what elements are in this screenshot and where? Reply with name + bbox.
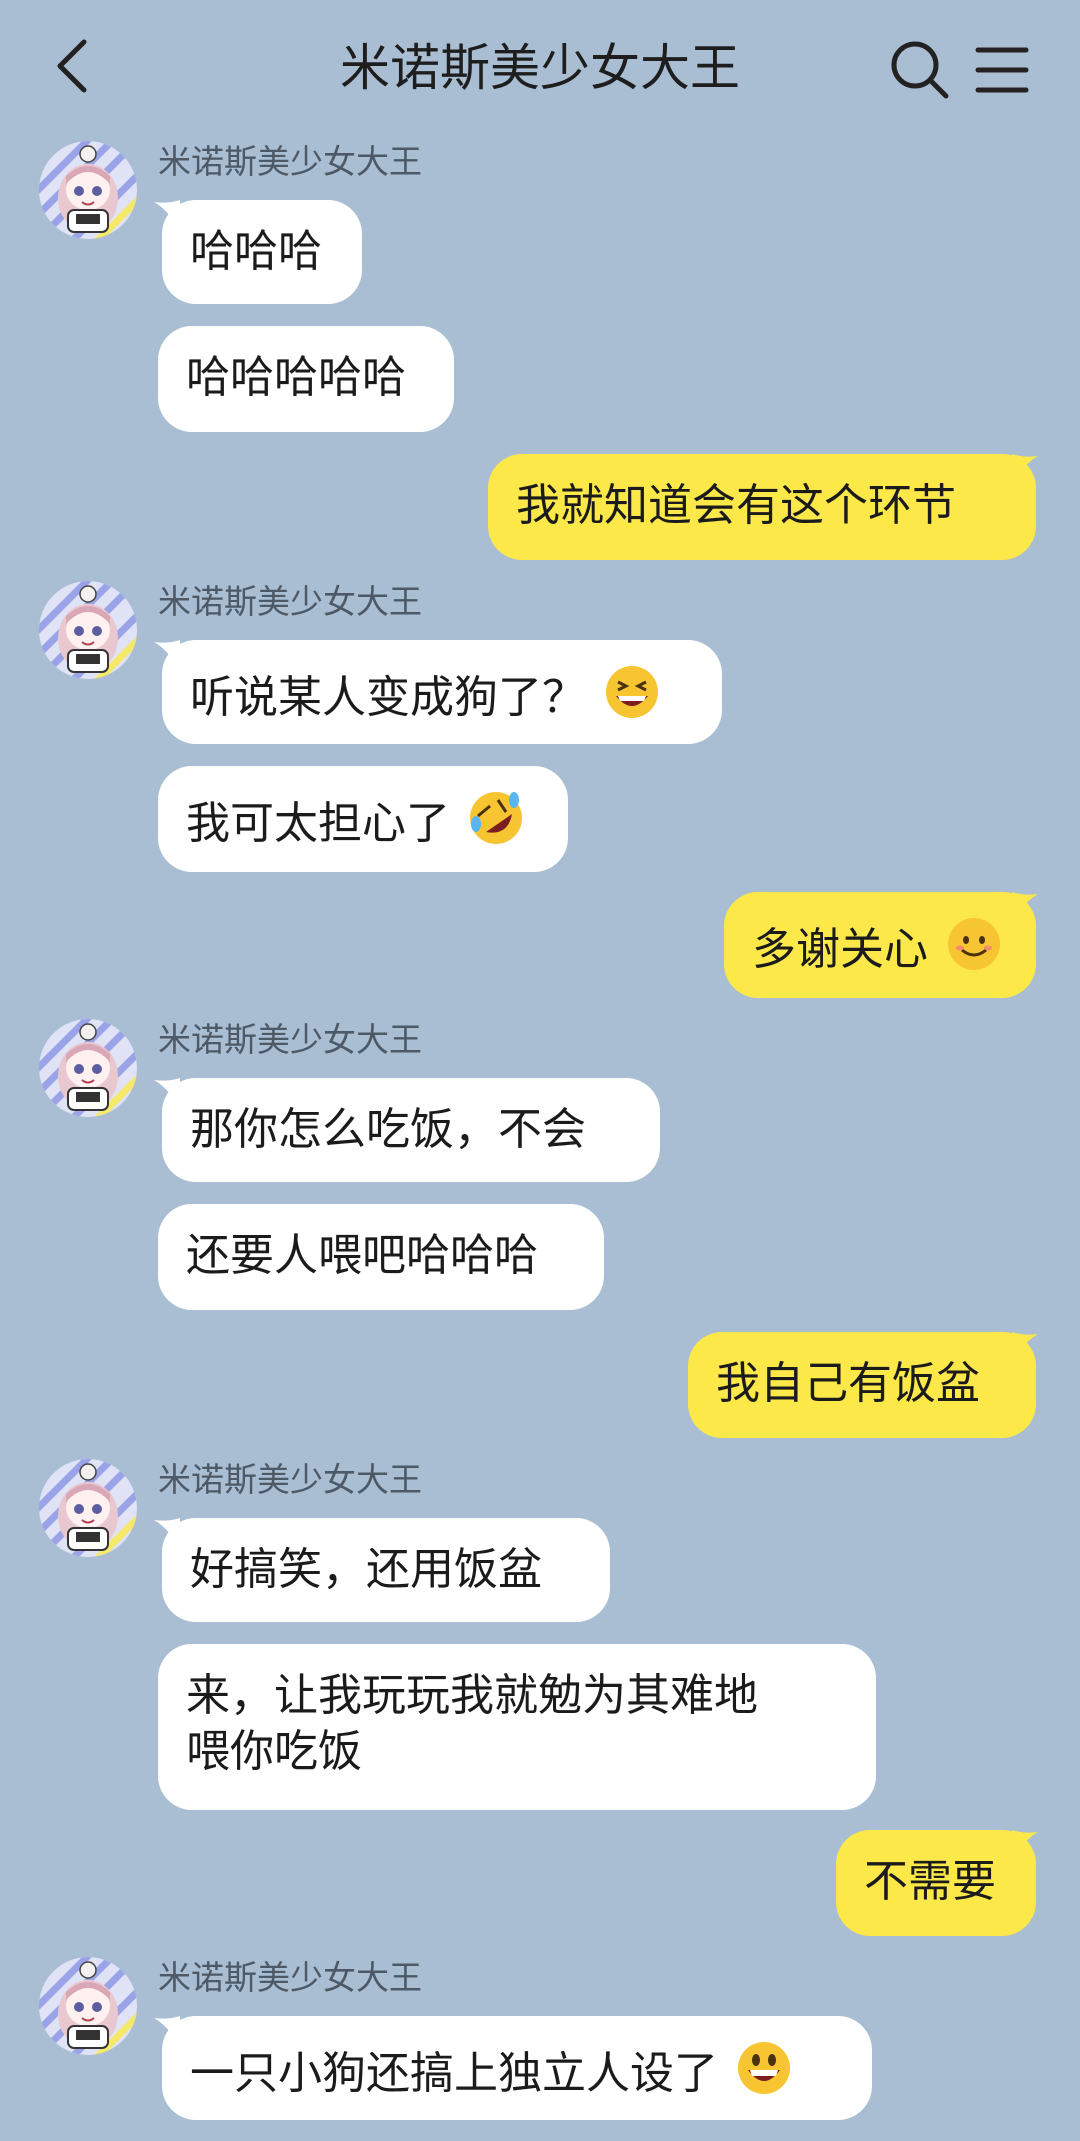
menu-icon — [975, 47, 1029, 93]
message-bubble[interactable]: 哈哈哈哈哈 — [158, 326, 454, 432]
message-text-line: 来，让我玩玩我就勉为其难地 — [186, 1670, 758, 1721]
message-text: 多谢关心 — [752, 924, 928, 975]
menu-button[interactable] — [972, 40, 1032, 100]
avatar[interactable] — [38, 140, 138, 240]
sender-name: 米诺斯美少女大王 — [158, 1020, 422, 1059]
message-text: 我自己有饭盆 — [716, 1358, 980, 1409]
message-bubble-outgoing[interactable]: 我就知道会有这个环节 — [488, 454, 1036, 560]
grinning-squinting-face-icon — [606, 666, 658, 718]
message-text: 我可太担心了 — [186, 798, 450, 849]
rolling-on-floor-laughing-icon — [470, 792, 522, 844]
search-button[interactable] — [888, 38, 952, 102]
message-text: 不需要 — [864, 1856, 996, 1907]
message-text-line: 喂你吃饭 — [186, 1726, 362, 1777]
avatar[interactable] — [38, 580, 138, 680]
message-bubble[interactable]: 好搞笑，还用饭盆 — [162, 1518, 610, 1622]
message-bubble[interactable]: 一只小狗还搞上独立人设了 — [162, 2016, 872, 2120]
back-button[interactable] — [44, 34, 108, 98]
chat-header: 米诺斯美少女大王 — [0, 0, 1080, 128]
message-bubble-outgoing[interactable]: 不需要 — [836, 1830, 1036, 1936]
message-bubble[interactable]: 哈哈哈 — [162, 200, 362, 304]
message-text: 那你怎么吃饭，不会 — [190, 1104, 586, 1155]
bubble-tail — [1012, 454, 1038, 484]
avatar[interactable] — [38, 1956, 138, 2056]
message-text: 我就知道会有这个环节 — [516, 480, 956, 531]
message-text: 哈哈哈哈哈 — [186, 352, 406, 403]
message-text: 还要人喂吧哈哈哈 — [186, 1230, 538, 1281]
message-bubble[interactable]: 还要人喂吧哈哈哈 — [158, 1204, 604, 1310]
sender-name: 米诺斯美少女大王 — [158, 1460, 422, 1499]
message-bubble[interactable]: 听说某人变成狗了？ — [162, 640, 722, 744]
sender-name: 米诺斯美少女大王 — [158, 1958, 422, 1997]
message-bubble-outgoing[interactable]: 我自己有饭盆 — [688, 1332, 1036, 1438]
message-bubble-outgoing[interactable]: 多谢关心 — [724, 892, 1036, 998]
message-text: 听说某人变成狗了？ — [190, 672, 586, 723]
avatar[interactable] — [38, 1018, 138, 1118]
message-text: 一只小狗还搞上独立人设了 — [190, 2048, 718, 2099]
bubble-tail — [1012, 892, 1038, 922]
sender-name: 米诺斯美少女大王 — [158, 142, 422, 181]
sender-name: 米诺斯美少女大王 — [158, 582, 422, 621]
grinning-face-icon — [738, 2042, 790, 2094]
chat-title: 米诺斯美少女大王 — [340, 39, 740, 97]
message-bubble[interactable]: 来，让我玩玩我就勉为其难地 喂你吃饭 — [158, 1644, 876, 1810]
avatar[interactable] — [38, 1458, 138, 1558]
chevron-left-icon — [57, 39, 87, 93]
bubble-tail — [1012, 1332, 1038, 1362]
message-bubble[interactable]: 我可太担心了 — [158, 766, 568, 872]
message-text: 哈哈哈 — [190, 226, 322, 277]
bubble-tail — [1012, 1830, 1038, 1860]
smiling-face-icon — [948, 918, 1000, 970]
message-bubble[interactable]: 那你怎么吃饭，不会 — [162, 1078, 660, 1182]
search-icon — [891, 41, 949, 99]
message-text: 好搞笑，还用饭盆 — [190, 1544, 542, 1595]
